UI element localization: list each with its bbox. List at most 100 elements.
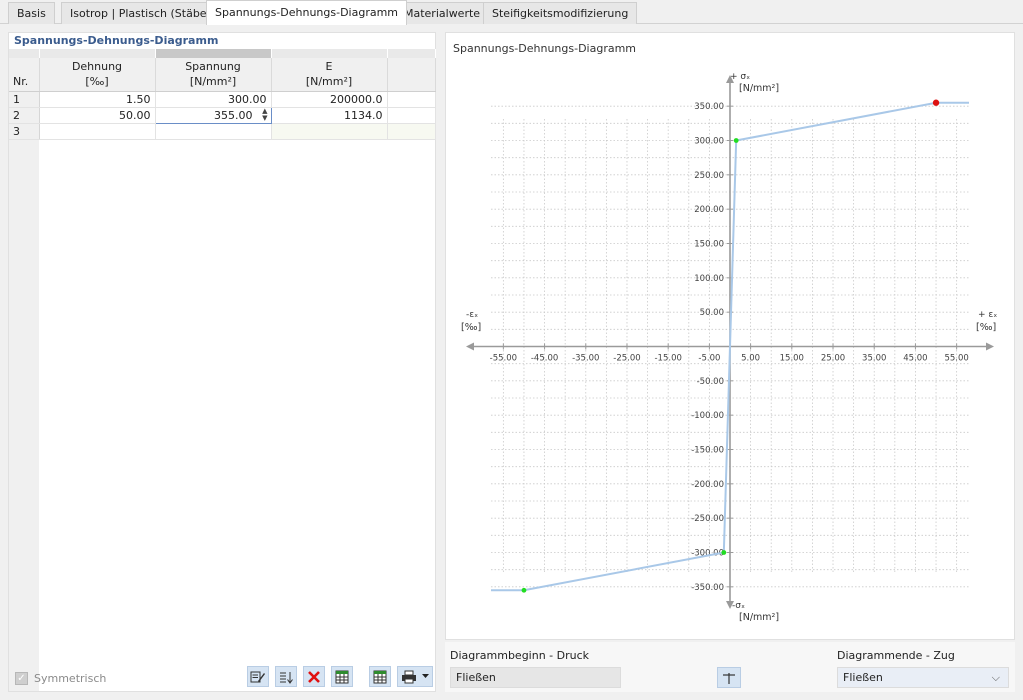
table-toolbar	[247, 666, 433, 688]
table-copy-button[interactable]	[331, 666, 353, 687]
dehnung-cell[interactable]: 50.00	[39, 107, 156, 124]
data-point-marker	[721, 550, 727, 555]
header-strip-cell-selected	[155, 49, 272, 58]
chart-panel: Spannungs-Dehnungs-Diagramm -55.00 -45.00…	[445, 32, 1015, 640]
table-icon	[335, 670, 349, 683]
row-number: 2	[9, 107, 40, 124]
x-axis-pos-unit: [‰]	[976, 322, 996, 333]
diagram-start-label: Diagrammbeginn - Druck	[450, 649, 590, 662]
dropdown-arrow-icon	[422, 674, 429, 678]
diagram-end-select[interactable]: Fließen ⌵	[837, 667, 1009, 688]
e-label: E	[325, 60, 333, 74]
tab-steifigkeitsmodifizierung[interactable]: Steifigkeitsmodifizierung	[483, 2, 638, 24]
delete-button[interactable]	[303, 666, 325, 687]
diagram-start-value: Fließen	[456, 671, 496, 684]
spannung-cell-editing[interactable]: 355.00 ▲ ▼	[154, 106, 272, 124]
spin-arrows-icon[interactable]: ▲ ▼	[262, 107, 267, 122]
x-axis-neg-unit: [‰]	[461, 322, 481, 333]
tab-materialwerte[interactable]: Materialwerte	[395, 2, 490, 24]
edit-icon	[250, 671, 265, 682]
table-row: 1 1.50 300.00 200000.0	[9, 91, 436, 108]
edit-button[interactable]	[247, 666, 269, 687]
column-header-dehnung[interactable]: Dehnung [‰]	[39, 58, 156, 92]
x-tick-label: 45.00	[903, 354, 927, 364]
symmetric-checkbox[interactable]: ✓	[15, 672, 28, 685]
spannung-cell[interactable]: 300.00	[155, 91, 272, 108]
print-button[interactable]	[397, 666, 433, 687]
header-strip-cell	[39, 49, 156, 58]
sort-icon	[280, 671, 293, 684]
y-axis-pos-label: + σₓ	[730, 72, 750, 82]
panel-title: Spannungs-Dehnungs-Diagramm	[14, 34, 219, 47]
y-tick-label: 150.00	[694, 240, 724, 250]
tab-basis[interactable]: Basis	[8, 2, 55, 24]
y-tick-label: 350.00	[694, 102, 724, 112]
delete-icon	[308, 670, 320, 683]
x-tick-label: -25.00	[613, 354, 640, 364]
printer-icon	[402, 670, 416, 683]
e-cell[interactable]: 1134.0	[271, 107, 388, 124]
spannung-value[interactable]: 355.00	[214, 109, 253, 122]
x-tick-label: 25.00	[821, 354, 845, 364]
x-axis-arrow-left	[466, 342, 474, 351]
y-tick-label: 300.00	[694, 137, 724, 147]
row-number: 3	[9, 123, 40, 140]
y-axis-neg-unit: [N/mm²]	[739, 612, 779, 623]
y-tick-label: -100.00	[691, 411, 724, 421]
x-axis-arrow-right	[986, 342, 994, 351]
column-header-spannung[interactable]: Spannung [N/mm²]	[155, 58, 272, 92]
data-point-marker	[733, 138, 739, 143]
x-tick-label: -5.00	[698, 354, 720, 364]
y-tick-label: -150.00	[691, 446, 724, 456]
diagram-end-value: Fließen	[843, 671, 883, 684]
header-strip-cell	[9, 49, 40, 58]
end-point-marker	[932, 99, 940, 106]
x-tick-label: 5.00	[741, 354, 760, 364]
tab-isotrop-plastisch[interactable]: Isotrop | Plastisch (Stäbe)	[61, 2, 220, 24]
diagram-options-panel: Diagrammbeginn - Druck Fließen Diagramme…	[445, 642, 1015, 692]
y-axis-neg-label: -σₓ	[732, 601, 745, 611]
dehnung-cell[interactable]	[39, 123, 156, 140]
table-export-button[interactable]	[369, 666, 391, 687]
x-tick-label: 55.00	[944, 354, 968, 364]
dehnung-unit: [‰]	[85, 75, 109, 89]
symmetric-label: Symmetrisch	[34, 672, 107, 685]
x-tick-label: -45.00	[531, 354, 558, 364]
dehnung-label: Dehnung	[71, 60, 123, 74]
tab-spannungs-dehnungs-diagramm[interactable]: Spannungs-Dehnungs-Diagramm	[206, 0, 408, 25]
empty-cell	[387, 91, 436, 108]
x-tick-label: -55.00	[490, 354, 517, 364]
row-header-strip	[9, 138, 39, 691]
e-cell[interactable]: 200000.0	[271, 91, 388, 108]
table-row: 3	[9, 123, 436, 140]
x-tick-label: -35.00	[572, 354, 599, 364]
column-header-empty	[387, 58, 436, 92]
y-tick-label: -250.00	[691, 514, 724, 524]
tab-bar: Basis Isotrop | Plastisch (Stäbe) Spannu…	[0, 0, 1023, 25]
y-axis-pos-unit: [N/mm²]	[739, 83, 779, 94]
y-tick-label: 100.00	[694, 274, 724, 284]
symmetric-checkbox-group[interactable]: ✓ Symmetrisch	[15, 672, 106, 685]
stress-strain-table: Nr. Dehnung [‰] Spannung [N/mm²] E [N/mm²] …	[9, 49, 436, 140]
x-tick-label: -15.00	[654, 354, 681, 364]
column-header-e[interactable]: E [N/mm²]	[271, 58, 388, 92]
spannung-unit: [N/mm²]	[189, 75, 237, 89]
dehnung-cell[interactable]: 1.50	[39, 91, 156, 108]
table-export-icon	[373, 670, 387, 683]
chevron-down-icon[interactable]: ⌵	[992, 668, 1000, 687]
y-tick-label: -50.00	[697, 377, 724, 387]
y-tick-label: -200.00	[691, 480, 724, 490]
spannung-cell[interactable]	[155, 123, 272, 140]
empty-cell	[387, 123, 436, 140]
e-cell[interactable]	[271, 123, 388, 140]
sort-button[interactable]	[275, 666, 297, 687]
origin-button[interactable]	[717, 667, 741, 688]
y-tick-label: 200.00	[694, 205, 724, 215]
axis-origin-icon	[723, 672, 735, 684]
header-strip-cell	[271, 49, 388, 58]
stress-strain-table-panel: Spannungs-Dehnungs-Diagramm Nr. Dehnung[…	[8, 32, 436, 692]
diagram-start-field[interactable]: Fließen	[450, 667, 621, 688]
row-number: 1	[9, 91, 40, 108]
column-header-nr: Nr.	[9, 58, 40, 92]
